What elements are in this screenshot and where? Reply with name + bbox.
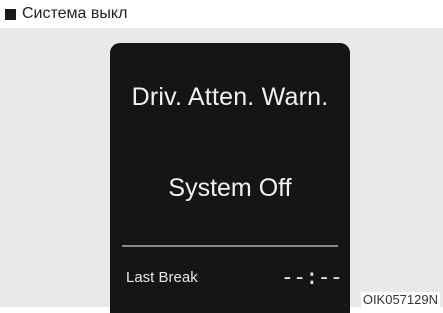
bullet-square-icon bbox=[5, 9, 16, 20]
display-divider bbox=[122, 245, 338, 247]
last-break-label: Last Break bbox=[126, 269, 198, 286]
display-title: Driv. Atten. Warn. bbox=[110, 83, 350, 112]
last-break-value: --:-- bbox=[281, 265, 342, 290]
system-status: System Off bbox=[110, 174, 350, 203]
instrument-cluster-display: Driv. Atten. Warn. System Off Last Break… bbox=[110, 43, 350, 313]
last-break-row: Last Break --:-- bbox=[126, 265, 342, 290]
section-heading: Система выкл bbox=[5, 5, 127, 23]
image-code: OIK057129N bbox=[361, 292, 440, 307]
section-heading-text: Система выкл bbox=[22, 5, 127, 23]
